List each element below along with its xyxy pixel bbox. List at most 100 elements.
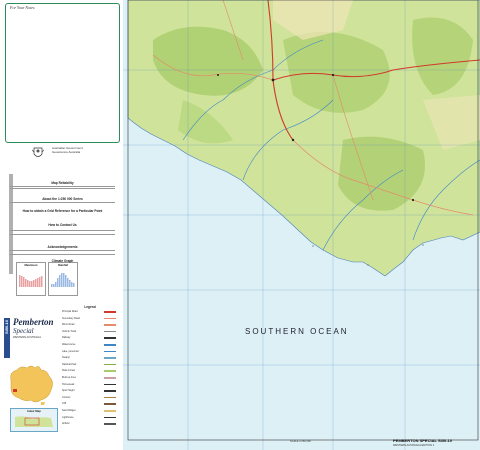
grid-reference-heading: How to obtain a Grid Reference for a Par… [22, 209, 103, 213]
legend-item: Homestead [62, 383, 118, 387]
map-canvas[interactable] [123, 0, 480, 450]
divider [10, 186, 115, 187]
climate-section: Climate Graph [10, 258, 115, 263]
contact-heading: How to Contact Us [48, 223, 77, 227]
legend-item-label: Lake, perennial [62, 349, 79, 353]
agency-line-2: Geoscience Australia [52, 150, 81, 154]
sheet-state: WESTERN AUSTRALIA [13, 336, 41, 339]
sheet-code-tab: SI50-10 [4, 318, 10, 358]
sheet-subtitle: Special [13, 327, 34, 335]
about-series-heading: About the 1:250 000 Series [42, 197, 83, 201]
acknowledgements-section: Acknowledgements [10, 244, 115, 249]
legend-item: Sand Ridges [62, 409, 118, 413]
map-sheet: For Your Notes Australian Government Geo… [0, 0, 480, 450]
australia-index-map [10, 365, 53, 405]
coat-of-arms-icon [32, 147, 44, 157]
divider [10, 234, 115, 235]
legend-item: Railway [62, 336, 118, 340]
legend-item-symbol [104, 317, 116, 320]
legend-item: Lighthouse [62, 416, 118, 420]
legend-item-label: Principal Road [62, 310, 78, 313]
notes-title: For Your Notes [10, 5, 35, 10]
legend-item: Spot Height [62, 389, 118, 393]
legend-item-symbol [104, 337, 116, 339]
divider [10, 254, 115, 255]
acknowledgements-heading: Acknowledgements [47, 245, 78, 249]
about-series-section: About the 1:250 000 Series [10, 196, 115, 201]
marginal-info-panel: For Your Notes Australian Government Geo… [2, 0, 123, 450]
legend-item-label: Vehicle Track [62, 329, 77, 333]
legend-item: Secondary Road [62, 317, 118, 321]
legend-item-symbol [104, 396, 116, 399]
legend: Legend Principal Road Secondary Road Minor… [62, 305, 118, 435]
legend-item-symbol [104, 403, 116, 405]
legend-item-symbol [104, 363, 116, 366]
legend-item-label: State Forest [62, 369, 76, 373]
legend-item: Principal Road [62, 310, 118, 314]
map-reliability-section: Map Reliability [10, 180, 115, 185]
grid-reference-section: How to obtain a Grid Reference for a Par… [10, 208, 115, 213]
legend-item-symbol [104, 350, 116, 353]
legend-item: Swamp [62, 356, 118, 360]
legend-item-label: Minor Road [62, 323, 75, 327]
contact-section: How to Contact Us [10, 222, 115, 227]
legend-item-label: Built-up Area [62, 376, 76, 379]
legend-item-symbol [104, 330, 116, 333]
climate-bars-left [19, 275, 43, 287]
climate-chart-left: Maximum [16, 262, 46, 296]
legend-heading: Legend [84, 305, 96, 309]
legend-item-label: Homestead [62, 382, 75, 386]
topographic-map[interactable] [123, 0, 480, 450]
climate-chart-right: Rainfall [48, 262, 78, 296]
legend-item-label: Swamp [62, 356, 70, 360]
legend-item: Contour [62, 396, 118, 400]
legend-item-label: Airfield [62, 422, 70, 426]
agency-block: Australian Government Geoscience Austral… [52, 146, 118, 154]
legend-item-symbol [104, 383, 116, 386]
divider [10, 250, 115, 251]
map-subtitle-block: WESTERN AUSTRALIA EDITION 1 [393, 444, 435, 447]
legend-item-symbol [104, 416, 116, 419]
legend-item: Airfield [62, 422, 118, 426]
legend-item: State Forest [62, 369, 118, 373]
legend-item-label: Secondary Road [62, 316, 80, 320]
ocean-label: SOUTHERN OCEAN [245, 327, 349, 336]
legend-item-label: Contour [62, 395, 71, 399]
legend-item: Minor Road [62, 323, 118, 327]
legend-item-label: Railway [62, 336, 71, 340]
legend-item: Cliff [62, 402, 118, 406]
legend-item-symbol [104, 357, 116, 359]
legend-item: Vehicle Track [62, 330, 118, 334]
legend-item: Built-up Area [62, 376, 118, 380]
legend-item-symbol [104, 370, 116, 372]
legend-item: National Park [62, 363, 118, 367]
climate-heading: Climate Graph [51, 259, 74, 263]
legend-item-symbol [104, 377, 116, 379]
legend-item-symbol [104, 410, 116, 412]
legend-item-label: Spot Height [62, 389, 75, 393]
legend-item-symbol [104, 390, 116, 392]
scale-label: SCALE 1:250 000 [290, 440, 311, 443]
legend-item-label: Sand Ridges [62, 409, 76, 412]
legend-item-label: Lighthouse [62, 415, 74, 419]
index-map-box: Index Map [10, 408, 58, 432]
legend-item-symbol [104, 311, 116, 313]
index-map-detail [15, 416, 53, 427]
divider [10, 202, 115, 203]
legend-item: Lake, perennial [62, 350, 118, 354]
notes-box: For Your Notes [5, 3, 120, 143]
climate-bars-right [51, 273, 75, 287]
legend-item-label: National Park [62, 362, 77, 366]
map-title-block: PEMBERTON SPECIAL SI50-10 [393, 438, 452, 443]
legend-item-symbol [104, 344, 116, 346]
legend-item-symbol [104, 324, 116, 326]
legend-item-label: Watercourse [62, 343, 76, 346]
divider [10, 230, 115, 231]
legend-item-symbol [104, 423, 116, 425]
divider [10, 188, 115, 189]
map-reliability-heading: Map Reliability [51, 181, 74, 185]
legend-item-label: Cliff [62, 402, 67, 406]
legend-item: Watercourse [62, 343, 118, 347]
sheet-code: SI50-10 [4, 320, 9, 335]
sheet-title: Pemberton [13, 317, 54, 327]
